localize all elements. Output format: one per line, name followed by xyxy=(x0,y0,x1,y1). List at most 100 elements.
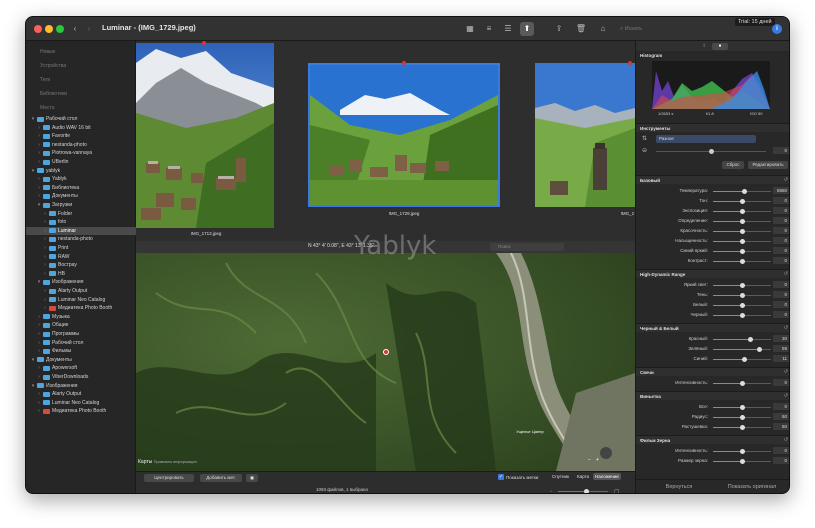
zoom-in-icon[interactable]: + xyxy=(596,457,599,463)
preset-select[interactable]: Разное xyxy=(656,135,756,143)
slider-value[interactable]: 0 xyxy=(773,237,789,244)
thumbnail-photo[interactable] xyxy=(535,63,635,207)
section-header[interactable]: Фильм Зерна ↺ xyxy=(636,435,789,444)
slider-knob[interactable] xyxy=(739,292,745,298)
sidebar-item[interactable]: ▾ Изображения xyxy=(26,382,136,390)
sidebar-item[interactable]: › Piotrowa-vannaya xyxy=(26,149,136,157)
minimize-window-button[interactable] xyxy=(45,25,53,33)
slider-knob[interactable] xyxy=(739,448,745,454)
map-view-icon[interactable]: ⬆ xyxy=(520,22,534,36)
slider-value[interactable]: 0 xyxy=(773,457,789,464)
thumbnail-photo[interactable] xyxy=(136,43,274,228)
sidebar-item[interactable]: › Alarty Output xyxy=(26,390,136,398)
slider-track[interactable] xyxy=(713,424,771,430)
disclosure-collapsed-icon[interactable]: › xyxy=(36,184,42,192)
slider-track[interactable] xyxy=(713,346,771,352)
disclosure-collapsed-icon[interactable]: › xyxy=(42,253,48,261)
disclosure-collapsed-icon[interactable]: › xyxy=(42,287,48,295)
camera-icon[interactable]: ◼ xyxy=(246,474,258,482)
slider-track[interactable] xyxy=(713,404,771,410)
show-original-button[interactable]: Показать оригинал xyxy=(716,481,788,493)
sidebar-item[interactable]: › Luminar Neo Catalog xyxy=(26,399,136,407)
slider-value[interactable]: 0 xyxy=(773,217,789,224)
detail-view-icon[interactable]: ☰ xyxy=(501,22,515,36)
disclosure-collapsed-icon[interactable]: › xyxy=(42,261,48,269)
slider-value[interactable]: 0 xyxy=(773,197,789,204)
disclosure-collapsed-icon[interactable]: › xyxy=(36,339,42,347)
sidebar-item[interactable]: › Медиатека Photo Booth xyxy=(26,304,136,312)
disclosure-collapsed-icon[interactable]: › xyxy=(42,244,48,252)
section-header-tools[interactable]: Инструменты xyxy=(636,123,789,132)
slider-knob[interactable] xyxy=(739,312,745,318)
open-in-icon[interactable]: ⌂ xyxy=(596,22,610,36)
slider-value[interactable]: 0 xyxy=(773,301,789,308)
zoom-window-button[interactable] xyxy=(56,25,64,33)
disclosure-expanded-icon[interactable]: ▾ xyxy=(30,356,36,364)
slider-knob[interactable] xyxy=(739,380,745,386)
grid-view-icon[interactable]: ▦ xyxy=(463,22,477,36)
share-icon[interactable]: ⇪ xyxy=(552,22,566,36)
satellite-map[interactable]: Карты Правовая информация Ущелье Цанер −… xyxy=(136,253,635,471)
sidebar-item[interactable]: › Yablyk xyxy=(26,175,136,183)
forward-arrow-icon[interactable]: › xyxy=(82,22,96,36)
section-header[interactable]: Виньетка ↺ xyxy=(636,391,789,400)
sidebar-item[interactable]: ▾ Рабочий стол xyxy=(26,115,136,123)
slider-knob[interactable] xyxy=(739,424,745,430)
disclosure-collapsed-icon[interactable]: › xyxy=(36,192,42,200)
sidebar-item[interactable]: › foto xyxy=(26,218,136,226)
slider-track[interactable] xyxy=(713,312,771,318)
disclosure-expanded-icon[interactable]: ▾ xyxy=(36,201,42,209)
slider-knob[interactable] xyxy=(742,188,748,194)
back-arrow-icon[interactable]: ‹ xyxy=(68,22,82,36)
sidebar-item[interactable]: › НВ xyxy=(26,270,136,278)
disclosure-collapsed-icon[interactable]: › xyxy=(42,270,48,278)
sidebar-item[interactable]: › Рабочий стол xyxy=(26,339,136,347)
section-header[interactable]: Черный & Белый ↺ xyxy=(636,323,789,332)
reset-icon[interactable]: ↺ xyxy=(784,271,788,277)
sidebar-item[interactable]: ▾ Изображения xyxy=(26,278,136,286)
map-mode-button[interactable]: Карта xyxy=(577,474,589,479)
disclosure-expanded-icon[interactable]: ▾ xyxy=(36,278,42,286)
slider-value[interactable]: 0 xyxy=(773,291,789,298)
satellite-mode-button[interactable]: Спутник xyxy=(552,474,569,479)
sidebar-item[interactable]: › UBerlin xyxy=(26,158,136,166)
sidebar-item[interactable]: › Apowersoft xyxy=(26,364,136,372)
slider-value[interactable]: 11 xyxy=(773,355,789,362)
disclosure-collapsed-icon[interactable]: › xyxy=(36,347,42,355)
section-header[interactable]: Свечи ↺ xyxy=(636,367,789,376)
slider-knob[interactable] xyxy=(739,458,745,464)
disclosure-collapsed-icon[interactable]: › xyxy=(42,235,48,243)
legal-link[interactable]: Правовая информация xyxy=(154,459,197,464)
slider-track[interactable] xyxy=(713,198,771,204)
slider-knob[interactable] xyxy=(739,404,745,410)
slider-track[interactable] xyxy=(713,208,771,214)
disclosure-collapsed-icon[interactable]: › xyxy=(36,321,42,329)
sidebar-item[interactable]: › Audio WAV 16 bit xyxy=(26,124,136,132)
compass-icon[interactable] xyxy=(600,447,612,459)
slider-value[interactable]: 0 xyxy=(773,311,789,318)
sidebar-heading[interactable]: Места xyxy=(40,105,55,111)
disclosure-collapsed-icon[interactable]: › xyxy=(42,304,48,312)
list-view-icon[interactable]: ≡ xyxy=(482,22,496,36)
search-field[interactable]: ⌕ Искать xyxy=(620,23,680,35)
disclosure-collapsed-icon[interactable]: › xyxy=(36,158,42,166)
sidebar-item[interactable]: › nestanda-photo xyxy=(26,141,136,149)
disclosure-collapsed-icon[interactable]: › xyxy=(36,313,42,321)
slider-track[interactable] xyxy=(713,302,771,308)
slider-value[interactable]: 59 xyxy=(773,345,789,352)
slider-knob[interactable] xyxy=(739,218,745,224)
section-header[interactable]: Базовый ↺ xyxy=(636,175,789,184)
disclosure-collapsed-icon[interactable]: › xyxy=(42,296,48,304)
sidebar-heading[interactable]: Библиотеки xyxy=(40,91,67,97)
sidebar-item[interactable]: › nestanda-photo xyxy=(26,235,136,243)
sidebar-item[interactable]: › Folder xyxy=(26,210,136,218)
slider-knob[interactable] xyxy=(739,208,745,214)
sidebar-item[interactable]: › Медиатека Photo Booth xyxy=(26,407,136,415)
slider-knob[interactable] xyxy=(739,238,745,244)
sidebar-item[interactable]: ▾ Документы xyxy=(26,356,136,364)
reset-icon[interactable]: ↺ xyxy=(784,393,788,399)
thumbnail-photo-selected[interactable] xyxy=(308,63,500,207)
sidebar-item[interactable]: › Print xyxy=(26,244,136,252)
sidebar-item[interactable]: › ViberDownloads xyxy=(26,373,136,381)
sidebar-item[interactable]: ▾ yablyk xyxy=(26,167,136,175)
